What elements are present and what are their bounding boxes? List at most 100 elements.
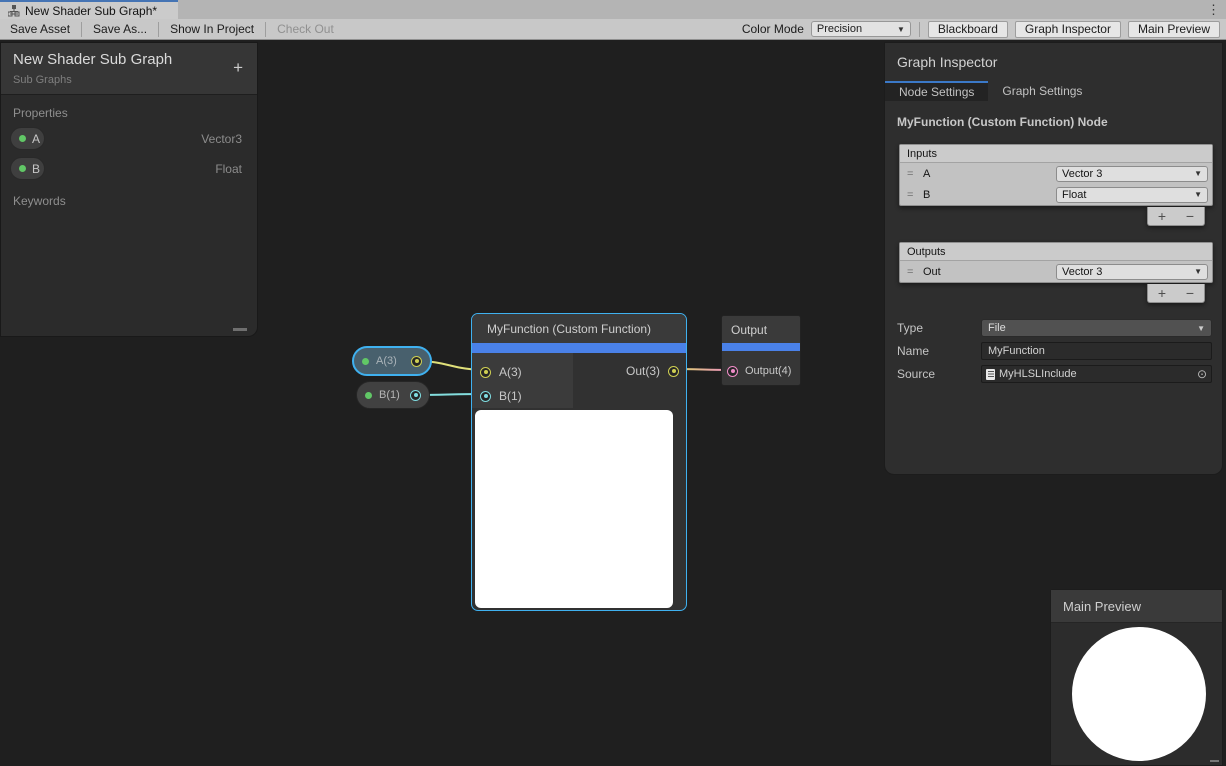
inputs-list-footer: + −: [1147, 207, 1205, 226]
type-field-row: Type File ▼: [897, 319, 1212, 337]
add-property-button[interactable]: +: [233, 59, 243, 76]
source-label: Source: [897, 367, 981, 381]
input-name[interactable]: A: [923, 168, 1056, 180]
input-type-value: Float: [1062, 189, 1086, 201]
graph-inspector-toggle-button[interactable]: Graph Inspector: [1015, 21, 1121, 38]
blackboard-toggle-button[interactable]: Blackboard: [928, 21, 1008, 38]
source-field-row: Source MyHLSLInclude ⊙: [897, 365, 1212, 383]
main-preview-toggle-button[interactable]: Main Preview: [1128, 21, 1220, 38]
property-dot-icon: [19, 135, 26, 142]
add-input-button[interactable]: +: [1158, 209, 1166, 223]
more-menu-icon[interactable]: ⋮: [1207, 1, 1220, 18]
output-type-dropdown[interactable]: Vector 3 ▼: [1056, 264, 1208, 280]
property-pill-b[interactable]: B: [10, 157, 45, 180]
file-icon: [986, 369, 995, 380]
outputs-list-footer: + −: [1147, 284, 1205, 303]
inputs-row-b[interactable]: = B Float ▼: [900, 184, 1212, 205]
blackboard-header[interactable]: New Shader Sub Graph Sub Graphs +: [1, 43, 257, 95]
property-node-b[interactable]: B(1): [356, 381, 430, 409]
property-node-a[interactable]: A(3): [352, 346, 432, 376]
chevron-down-icon: ▼: [897, 25, 905, 34]
drag-handle-icon[interactable]: =: [907, 168, 923, 180]
node-input-row-output: Output(4): [727, 365, 791, 377]
type-dropdown[interactable]: File ▼: [981, 319, 1212, 337]
outputs-row-out[interactable]: = Out Vector 3 ▼: [900, 261, 1212, 282]
color-mode-dropdown[interactable]: Precision ▼: [811, 21, 911, 37]
chevron-down-icon: ▼: [1194, 169, 1202, 178]
source-object-field[interactable]: MyHLSLInclude ⊙: [981, 365, 1212, 383]
property-type: Float: [215, 162, 242, 176]
inputs-row-a[interactable]: = A Vector 3 ▼: [900, 163, 1212, 184]
chevron-down-icon: ▼: [1194, 190, 1202, 199]
main-preview-header[interactable]: Main Preview: [1051, 590, 1222, 623]
blackboard-subtitle: Sub Graphs: [13, 74, 245, 86]
chevron-down-icon: ▼: [1197, 324, 1205, 333]
custom-function-node[interactable]: MyFunction (Custom Function) A(3) B(1) O…: [471, 313, 687, 611]
outputs-list: Outputs = Out Vector 3 ▼: [899, 242, 1213, 283]
node-output-row: Out(3): [626, 364, 679, 378]
name-label: Name: [897, 344, 981, 358]
node-preview: [475, 410, 673, 608]
type-label: Type: [897, 321, 981, 335]
remove-input-button[interactable]: −: [1186, 209, 1194, 223]
add-output-button[interactable]: +: [1158, 286, 1166, 300]
property-dot-icon: [365, 392, 372, 399]
keywords-section-label: Keywords: [1, 194, 257, 208]
save-asset-button[interactable]: Save Asset: [0, 19, 80, 40]
tab-shader-subgraph[interactable]: New Shader Sub Graph*: [0, 0, 178, 19]
property-dot-icon: [362, 358, 369, 365]
blackboard-panel: New Shader Sub Graph Sub Graphs + Proper…: [0, 42, 258, 337]
property-name: B: [32, 162, 40, 176]
input-type-dropdown[interactable]: Vector 3 ▼: [1056, 166, 1208, 182]
property-pill-a[interactable]: A: [10, 127, 45, 150]
drag-handle-icon[interactable]: =: [907, 266, 923, 278]
property-row-a[interactable]: A Vector3: [10, 127, 257, 150]
chevron-down-icon: ▼: [1194, 267, 1202, 276]
resize-handle[interactable]: [1210, 760, 1219, 762]
output-node[interactable]: Output Output(4): [721, 315, 801, 386]
window-tab-bar: New Shader Sub Graph* ⋮: [0, 0, 1226, 19]
drag-handle-icon[interactable]: =: [907, 189, 923, 201]
node-accent-bar: [722, 343, 800, 351]
port-label: A(3): [499, 365, 522, 379]
node-title[interactable]: Output: [722, 316, 800, 343]
main-preview-panel: Main Preview: [1050, 589, 1223, 766]
output-name[interactable]: Out: [923, 266, 1056, 278]
port-output-out[interactable]: [668, 366, 679, 377]
property-row-b[interactable]: B Float: [10, 157, 257, 180]
properties-section-label: Properties: [1, 106, 257, 120]
property-type: Vector3: [201, 132, 242, 146]
tab-node-settings[interactable]: Node Settings: [885, 81, 988, 101]
node-input-row-a: A(3): [480, 365, 522, 379]
color-mode-value: Precision: [817, 23, 862, 35]
node-title[interactable]: MyFunction (Custom Function): [472, 314, 686, 343]
source-value: MyHLSLInclude: [999, 368, 1077, 380]
inputs-list-header: Inputs: [900, 145, 1212, 163]
inputs-list: Inputs = A Vector 3 ▼ = B Float ▼: [899, 144, 1213, 206]
preview-sphere: [1072, 627, 1206, 761]
type-value: File: [988, 322, 1006, 334]
input-name[interactable]: B: [923, 189, 1056, 201]
remove-output-button[interactable]: −: [1186, 286, 1194, 300]
port-input-output[interactable]: [727, 366, 738, 377]
toolbar-divider: [919, 22, 920, 37]
node-accent-bar: [472, 343, 686, 353]
node-input-row-b: B(1): [480, 389, 522, 403]
show-in-project-button[interactable]: Show In Project: [160, 19, 264, 40]
inspector-tabs: Node Settings Graph Settings: [885, 81, 1222, 101]
port-input-b[interactable]: [480, 391, 491, 402]
resize-handle[interactable]: [233, 328, 247, 331]
port-b-output[interactable]: [410, 390, 421, 401]
port-a-output[interactable]: [411, 356, 422, 367]
check-out-button: Check Out: [267, 19, 344, 40]
port-input-a[interactable]: [480, 367, 491, 378]
object-picker-icon[interactable]: ⊙: [1197, 367, 1207, 381]
save-as-button[interactable]: Save As...: [83, 19, 157, 40]
tab-graph-settings[interactable]: Graph Settings: [988, 81, 1096, 101]
property-node-label: B(1): [379, 389, 410, 401]
input-type-dropdown[interactable]: Float ▼: [1056, 187, 1208, 203]
blackboard-title: New Shader Sub Graph: [13, 51, 245, 68]
tab-title: New Shader Sub Graph*: [25, 4, 157, 18]
name-input[interactable]: MyFunction: [981, 342, 1212, 360]
toolbar-divider: [265, 22, 266, 37]
